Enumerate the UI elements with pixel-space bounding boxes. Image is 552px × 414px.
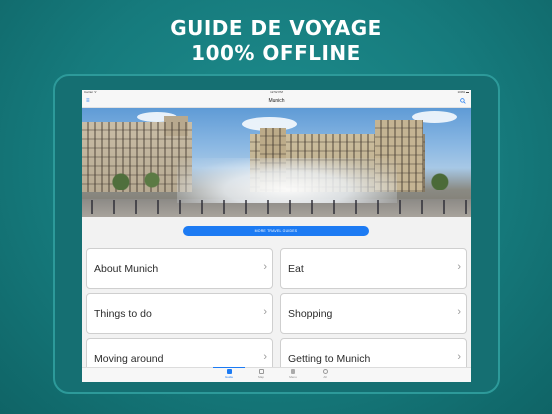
chevron-right-icon: ›	[263, 351, 267, 363]
more-travel-guides-button[interactable]: MORE TRAVEL GUIDES	[183, 226, 369, 236]
tile-label: Getting to Munich	[288, 353, 371, 365]
page-title: Munich	[268, 98, 285, 104]
map-icon	[258, 369, 264, 374]
tile-about[interactable]: About Munich ›	[86, 248, 273, 289]
book-icon	[226, 369, 232, 374]
tab-label: Menu	[289, 375, 297, 379]
chevron-right-icon: ›	[457, 351, 461, 363]
app-screen: Carrier ᯤ 12:52 PM 100% ▬ ≡ Munich MORE …	[82, 90, 471, 382]
tab-label: All	[323, 375, 327, 379]
active-tab-indicator	[213, 367, 245, 368]
promo-headline-line2: 100% OFFLINE	[191, 41, 361, 65]
tab-label: Map	[258, 375, 264, 379]
chevron-right-icon: ›	[263, 306, 267, 318]
tile-label: Shopping	[288, 308, 333, 320]
clock-label: 12:52 PM	[270, 90, 283, 94]
crowd	[82, 200, 471, 214]
tab-bar: Guide Map Menu All	[82, 367, 471, 382]
tab-all[interactable]: All	[313, 369, 337, 379]
tile-things-to-do[interactable]: Things to do ›	[86, 293, 273, 334]
globe-icon	[322, 369, 328, 374]
tile-label: Moving around	[94, 353, 164, 365]
chevron-right-icon: ›	[457, 306, 461, 318]
bookmark-icon	[291, 369, 295, 374]
tab-menu[interactable]: Menu	[281, 369, 305, 379]
tile-label: Eat	[288, 263, 304, 275]
tab-map[interactable]: Map	[249, 369, 273, 379]
chevron-right-icon: ›	[263, 261, 267, 273]
fountain-spray	[177, 158, 397, 203]
promo-headline-line1: GUIDE DE VOYAGE	[170, 16, 382, 40]
search-icon[interactable]	[460, 98, 466, 104]
tile-shopping[interactable]: Shopping ›	[280, 293, 467, 334]
chevron-right-icon: ›	[457, 261, 461, 273]
hero-image	[82, 108, 471, 217]
navigation-bar: ≡ Munich	[82, 95, 471, 108]
tile-label: Things to do	[94, 308, 152, 320]
battery-label: 100% ▬	[457, 90, 469, 94]
tab-guide[interactable]: Guide	[217, 369, 241, 379]
tile-eat[interactable]: Eat ›	[280, 248, 467, 289]
tile-label: About Munich	[94, 263, 159, 275]
tab-label: Guide	[224, 375, 233, 379]
